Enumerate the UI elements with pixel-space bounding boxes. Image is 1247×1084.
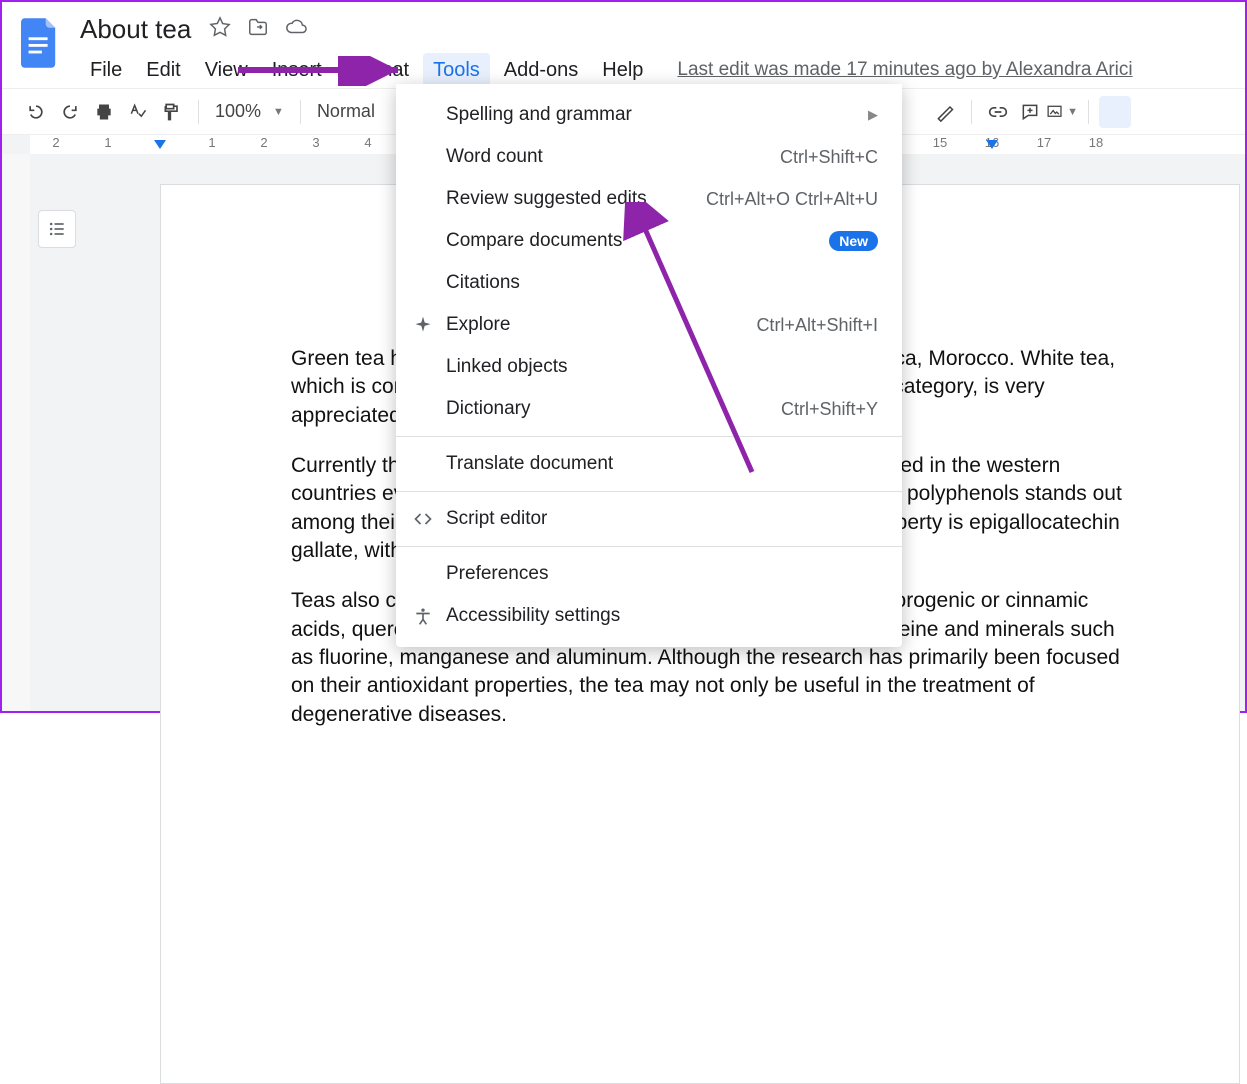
menu-separator [396,436,902,437]
spellcheck-button[interactable] [122,96,154,128]
paragraph-style-select[interactable]: Normal [311,101,381,122]
menu-shortcut: Ctrl+Shift+C [780,147,878,168]
menu-tools[interactable]: Tools [423,53,490,88]
menu-view[interactable]: View [195,53,258,88]
code-icon [412,508,434,530]
ruler-tick: 4 [358,135,378,150]
titlebar: About tea File Edit View Insert Format T… [2,2,1245,88]
menu-item-label: Linked objects [446,356,567,378]
menu-item-label: Accessibility settings [446,605,620,627]
menu-item-review-suggested-edits[interactable]: Review suggested edits Ctrl+Alt+O Ctrl+A… [396,178,902,220]
align-center-button[interactable] [1131,96,1163,128]
ruler-tick: 15 [930,135,950,150]
add-comment-button[interactable] [1014,96,1046,128]
caret-down-icon: ▼ [1067,106,1078,118]
menu-item-dictionary[interactable]: Dictionary Ctrl+Shift+Y [396,388,902,430]
menu-item-label: Dictionary [446,398,530,420]
menu-item-compare-documents[interactable]: Compare documents New [396,220,902,262]
align-right-button[interactable] [1163,96,1195,128]
insert-link-button[interactable] [982,96,1014,128]
ruler-tick: 18 [1086,135,1106,150]
outline-toggle-button[interactable] [38,210,76,248]
menu-edit[interactable]: Edit [136,53,190,88]
print-button[interactable] [88,96,120,128]
menu-item-linked-objects[interactable]: Linked objects [396,346,902,388]
ruler-tick: 2 [46,135,66,150]
ruler-tick: 1 [98,135,118,150]
indent-marker-icon[interactable] [154,140,166,149]
menu-shortcut: Ctrl+Shift+Y [781,399,878,420]
docs-logo[interactable] [14,8,66,78]
style-value: Normal [317,101,375,122]
menu-separator [396,491,902,492]
menu-item-word-count[interactable]: Word count Ctrl+Shift+C [396,136,902,178]
align-justify-button[interactable] [1195,96,1227,128]
redo-button[interactable] [54,96,86,128]
menu-item-label: Review suggested edits [446,188,647,210]
menu-shortcut: Ctrl+Alt+Shift+I [756,315,878,336]
ruler-tick: 17 [1034,135,1054,150]
explore-icon [412,314,434,336]
chevron-right-icon: ▶ [868,107,878,123]
ruler-tick: 2 [254,135,274,150]
menu-item-label: Citations [446,272,520,294]
tools-menu: Spelling and grammar ▶ Word count Ctrl+S… [396,84,902,647]
highlight-color-button[interactable] [929,96,961,128]
menu-item-accessibility-settings[interactable]: Accessibility settings [396,595,902,637]
accessibility-icon [412,605,434,627]
menu-item-label: Translate document [446,453,613,475]
menu-file[interactable]: File [80,53,132,88]
menu-item-label: Preferences [446,563,548,585]
menu-item-label: Script editor [446,508,547,530]
menu-item-label: Explore [446,314,510,336]
move-icon[interactable] [247,16,269,43]
menu-item-citations[interactable]: Citations [396,262,902,304]
menu-insert[interactable]: Insert [262,53,332,88]
new-badge: New [829,231,878,251]
align-left-button[interactable] [1099,96,1131,128]
undo-button[interactable] [20,96,52,128]
menu-format[interactable]: Format [336,53,419,88]
menu-item-label: Spelling and grammar [446,104,632,126]
menu-separator [396,546,902,547]
menu-shortcut: Ctrl+Alt+O Ctrl+Alt+U [706,189,878,210]
paint-format-button[interactable] [156,96,188,128]
ruler-tick: 3 [306,135,326,150]
menu-item-translate-document[interactable]: Translate document [396,443,902,485]
menu-addons[interactable]: Add-ons [494,53,589,88]
caret-down-icon: ▼ [273,106,284,118]
zoom-value: 100% [215,101,261,122]
insert-image-button[interactable]: ▼ [1046,96,1078,128]
vertical-ruler[interactable] [2,154,30,711]
menu-item-explore[interactable]: Explore Ctrl+Alt+Shift+I [396,304,902,346]
menu-item-label: Compare documents [446,230,622,252]
menu-item-script-editor[interactable]: Script editor [396,498,902,540]
last-edit-link[interactable]: Last edit was made 17 minutes ago by Ale… [677,53,1132,88]
menu-item-spelling-grammar[interactable]: Spelling and grammar ▶ [396,94,902,136]
document-title[interactable]: About tea [80,14,191,45]
zoom-select[interactable]: 100% ▼ [209,101,290,122]
ruler-tick: 1 [202,135,222,150]
indent-marker-icon[interactable] [986,140,998,149]
menu-item-preferences[interactable]: Preferences [396,553,902,595]
menubar: File Edit View Insert Format Tools Add-o… [80,45,1233,88]
cloud-status-icon[interactable] [285,16,307,43]
menu-help[interactable]: Help [592,53,653,88]
star-icon[interactable] [209,16,231,43]
menu-item-label: Word count [446,146,543,168]
